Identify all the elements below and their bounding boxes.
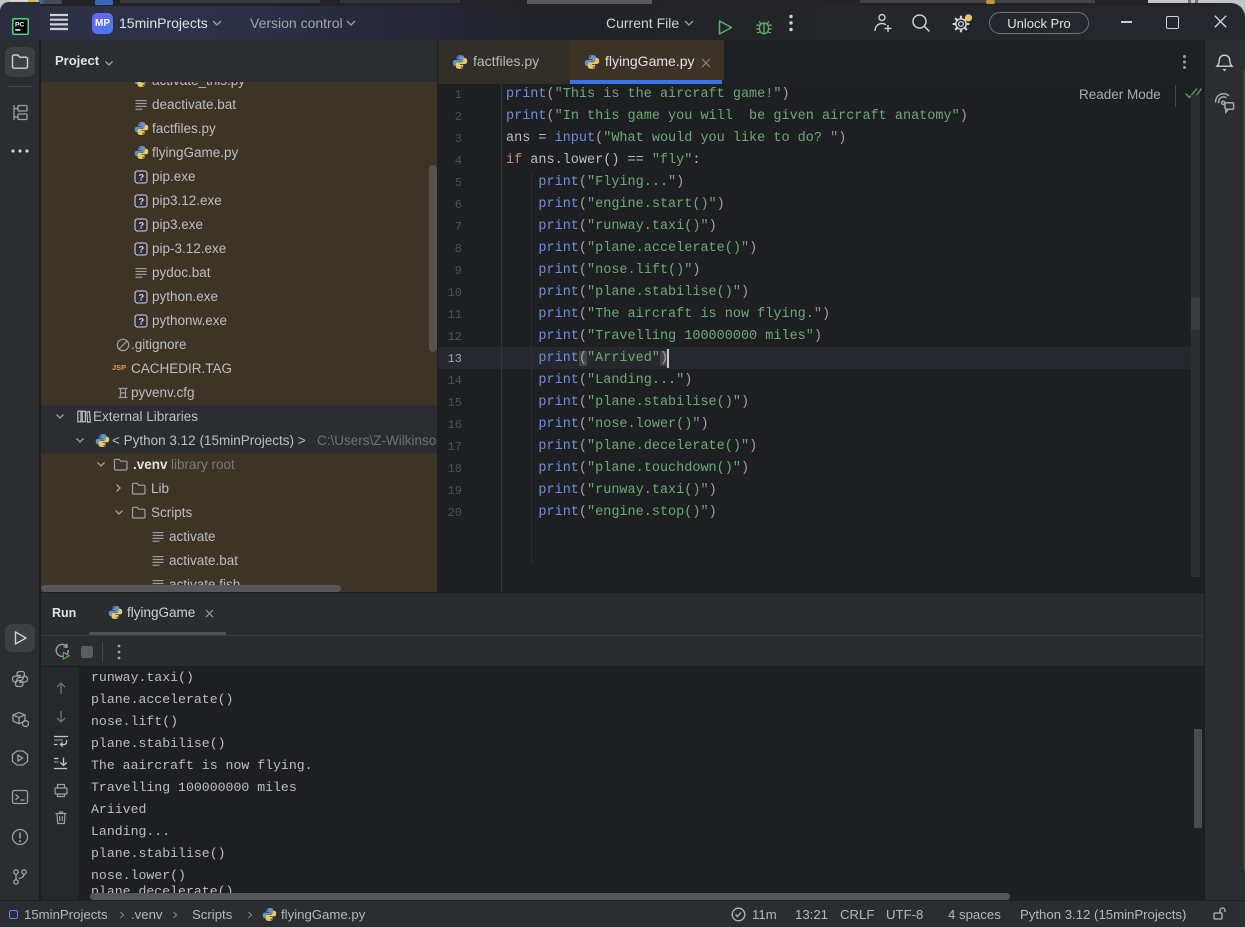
svg-text:PC: PC: [15, 22, 25, 29]
